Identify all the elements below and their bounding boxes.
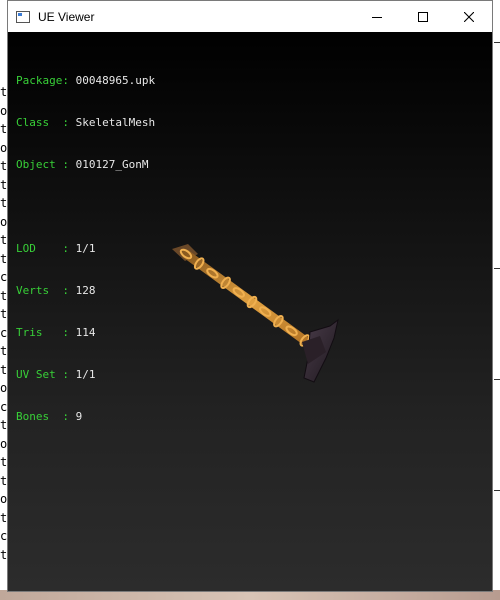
ue-viewer-window: UE Viewer Package: 00048965.upk Class : … [7,0,493,592]
hammer-head-mesh [302,318,339,383]
title-bar[interactable]: UE Viewer [8,1,492,32]
background-tick [494,42,500,43]
chain-mesh [172,244,325,356]
background-tick [494,268,500,269]
3d-viewport[interactable]: Package: 00048965.upk Class : SkeletalMe… [8,32,492,591]
minimize-icon [372,16,382,18]
maximize-button[interactable] [400,1,446,32]
close-icon [464,11,474,22]
window-controls [354,1,492,32]
window-title: UE Viewer [38,9,95,24]
skeletal-mesh-render [172,244,339,383]
app-window-icon [16,10,30,23]
minimize-button[interactable] [354,1,400,32]
close-button[interactable] [446,1,492,32]
background-tick [494,379,500,380]
background-tick [494,490,500,491]
maximize-icon [418,11,428,22]
background-window-edge [492,0,500,600]
